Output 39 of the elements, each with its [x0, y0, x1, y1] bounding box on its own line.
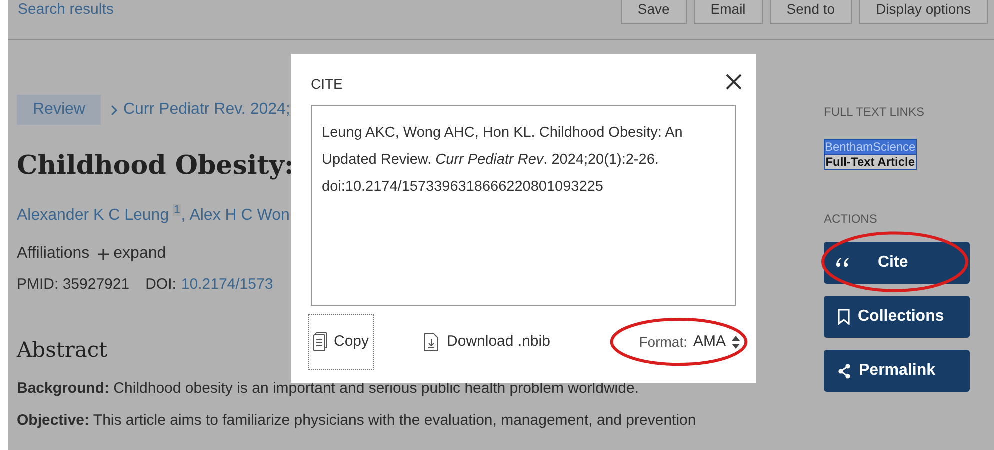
toolbar-button[interactable]: Save — [620, 0, 687, 24]
abstract-paragraph: Background: Childhood obesity is an important and serious public health problem worldwide. — [17, 380, 639, 398]
close-button[interactable] — [726, 74, 742, 90]
chevron-right-icon — [111, 104, 118, 116]
dialog-title: CITE — [311, 75, 343, 94]
publisher-logo[interactable]: BenthamScience Full-Text Article — [824, 139, 917, 170]
expand-button[interactable]: expand — [98, 242, 166, 266]
pmid-text: PMID: 35927921 — [17, 275, 130, 295]
action-button[interactable]: Collections — [824, 296, 970, 338]
doi-label: DOI: — [146, 275, 176, 295]
toolbar-button[interactable]: Send to — [770, 0, 852, 24]
share-icon — [838, 364, 851, 378]
toolbar-button[interactable]: Email — [694, 0, 763, 24]
section-heading: ACTIONS — [824, 211, 878, 228]
format-select[interactable]: AMA — [693, 330, 740, 354]
copy-button[interactable]: Copy — [308, 314, 374, 370]
citation-box[interactable]: Leung AKC, Wong AHC, Hon KL. Childhood Obesity: An Updated Review. Curr Pediatr Rev. 2024;20(1):2-26. doi:10.2174/1573396318666220801093225 — [311, 105, 736, 306]
sort-arrows-icon — [732, 336, 740, 348]
section-heading: FULL TEXT LINKS — [824, 104, 926, 121]
action-button[interactable]: Permalink — [824, 350, 970, 392]
publisher-link-text: Full-Text Article — [825, 154, 916, 169]
affiliations-label: Affiliations — [17, 244, 90, 264]
close-icon — [726, 74, 742, 90]
author-separator: , — [181, 206, 186, 226]
plus-icon — [98, 248, 109, 260]
download-button[interactable]: Download .nbib — [424, 330, 550, 354]
copy-icon — [313, 332, 328, 352]
publisher-name: BenthamScience — [825, 140, 916, 154]
abstract-paragraph: Objective: This article aims to familiarize physicians with the evaluation, management, and prevention — [17, 412, 696, 430]
format-label: Format: — [639, 332, 688, 352]
action-button[interactable]: Cite — [824, 242, 970, 284]
citation-text: Leung AKC, Wong AHC, Hon KL. Childhood Obesity: An Updated Review. Curr Pediatr Rev. 2024;20(1):2-26. doi:10.2174/1573396318666220801093225 — [322, 124, 684, 197]
abstract-heading: Abstract — [17, 336, 108, 364]
toolbar-button[interactable]: Display options — [859, 0, 988, 24]
quote-icon — [836, 258, 850, 268]
review-badge: Review — [17, 95, 102, 125]
article-title: Childhood Obesity: — [17, 150, 294, 183]
download-icon — [424, 332, 440, 352]
bookmark-icon — [838, 309, 850, 325]
